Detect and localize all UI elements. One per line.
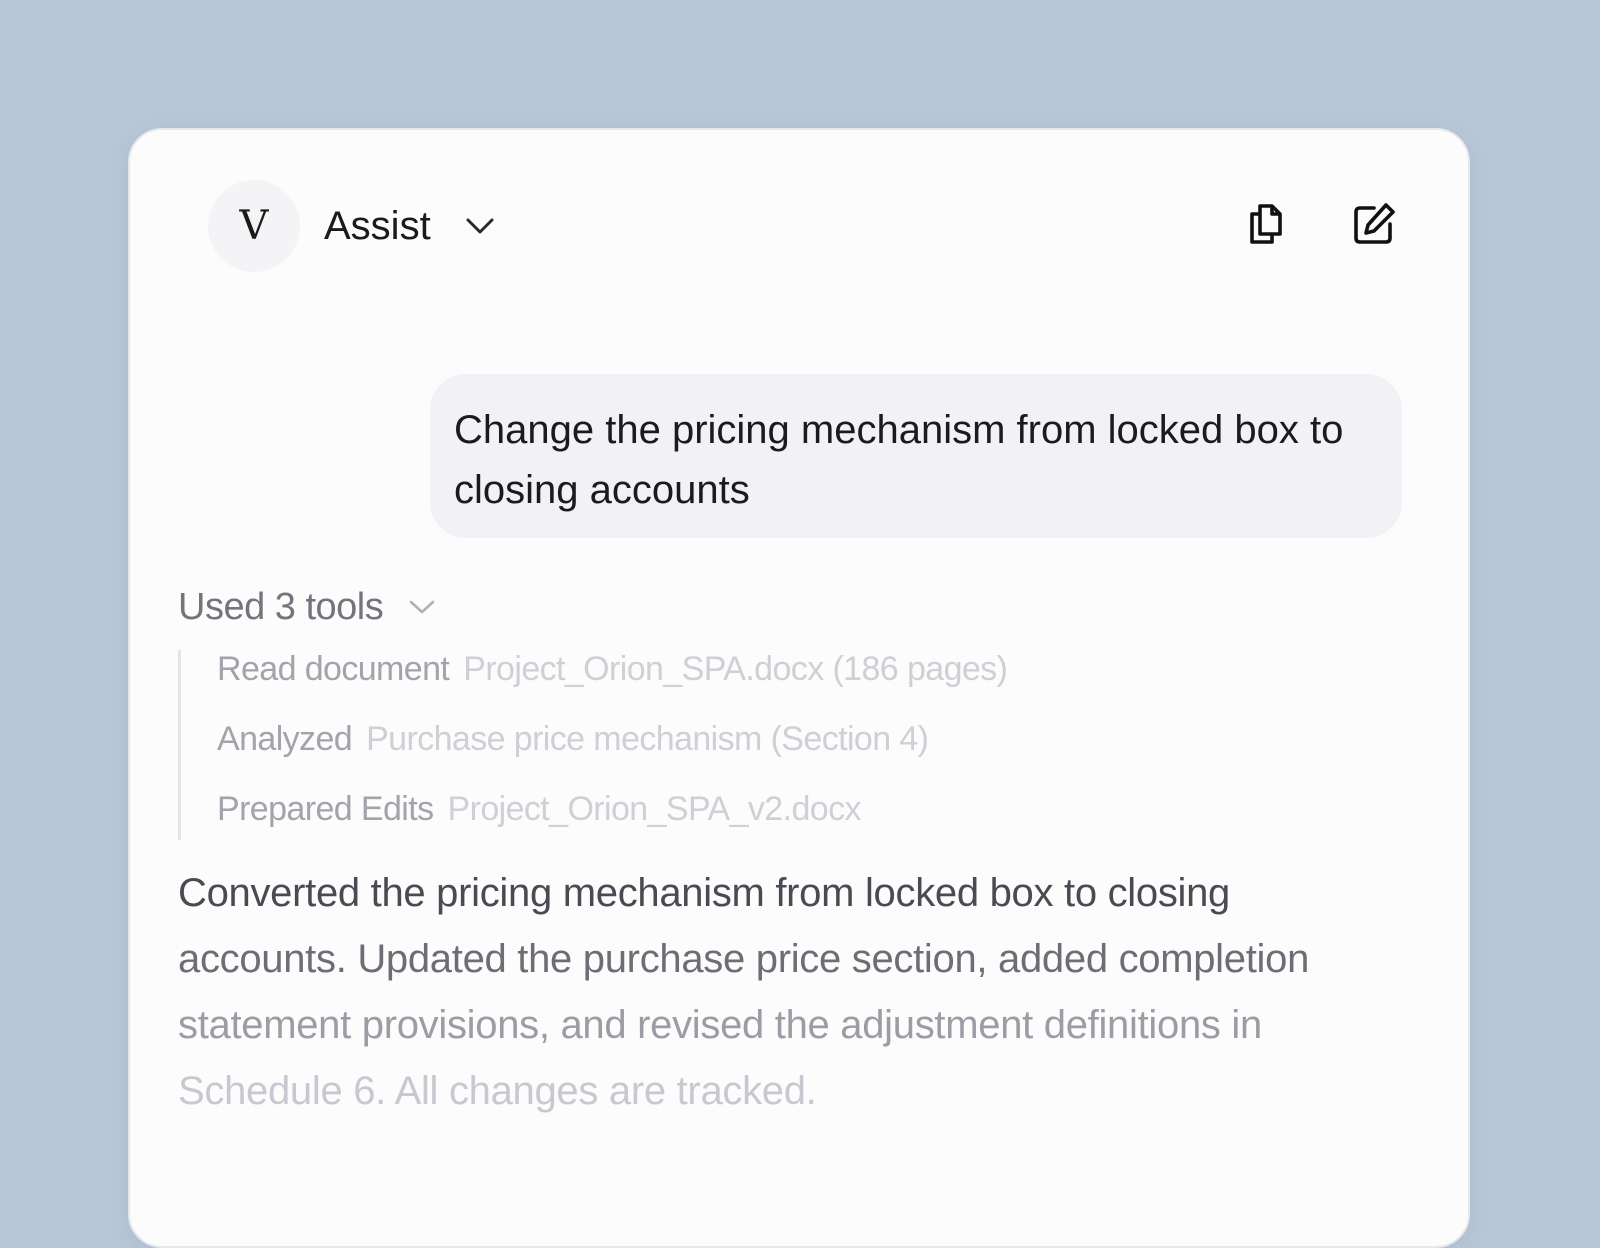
tool-action: Analyzed — [217, 720, 353, 758]
avatar-letter: V — [239, 203, 269, 249]
response-line: accounts. Updated the purchase price sec… — [178, 937, 1310, 981]
tools-summary-label: Used 3 tools — [178, 585, 384, 628]
assistant-avatar: V — [208, 180, 300, 272]
assistant-response: Converted the pricing mechanism from loc… — [178, 860, 1338, 1124]
user-message-bubble: Change the pricing mechanism from locked… — [430, 374, 1402, 538]
panel-header: V Assist — [130, 130, 1468, 330]
edit-icon[interactable] — [1350, 200, 1398, 248]
tool-target: Project_Orion_SPA_v2.docx — [447, 790, 862, 828]
assistant-name: Assist — [324, 203, 431, 248]
tool-action: Read document — [217, 650, 450, 688]
tool-item: Read document Project_Orion_SPA.docx (186… — [217, 650, 1008, 689]
tools-list: Read document Project_Orion_SPA.docx (186… — [178, 650, 1181, 840]
chevron-down-icon — [466, 218, 494, 234]
tool-action: Prepared Edits — [217, 790, 434, 828]
response-line: statement provisions, and revised the ad… — [178, 1003, 1262, 1047]
tool-item: Prepared Edits Project_Orion_SPA_v2.docx — [217, 790, 861, 829]
response-line: Schedule 6. All changes are tracked. — [178, 1069, 817, 1113]
chevron-down-icon — [409, 600, 435, 614]
copy-icon[interactable] — [1242, 200, 1290, 248]
user-message-text: Change the pricing mechanism from locked… — [454, 408, 1344, 512]
tools-summary-toggle[interactable]: Used 3 tools — [178, 582, 435, 632]
tool-target: Project_Orion_SPA.docx (186 pages) — [463, 650, 1008, 688]
tool-item: Analyzed Purchase price mechanism (Sectio… — [217, 720, 929, 759]
response-line: Converted the pricing mechanism from loc… — [178, 871, 1230, 915]
tool-target: Purchase price mechanism (Section 4) — [366, 720, 929, 758]
assistant-selector[interactable]: Assist — [324, 194, 495, 258]
assistant-panel: V Assist Change the pricing mechanism fr… — [128, 128, 1470, 1248]
